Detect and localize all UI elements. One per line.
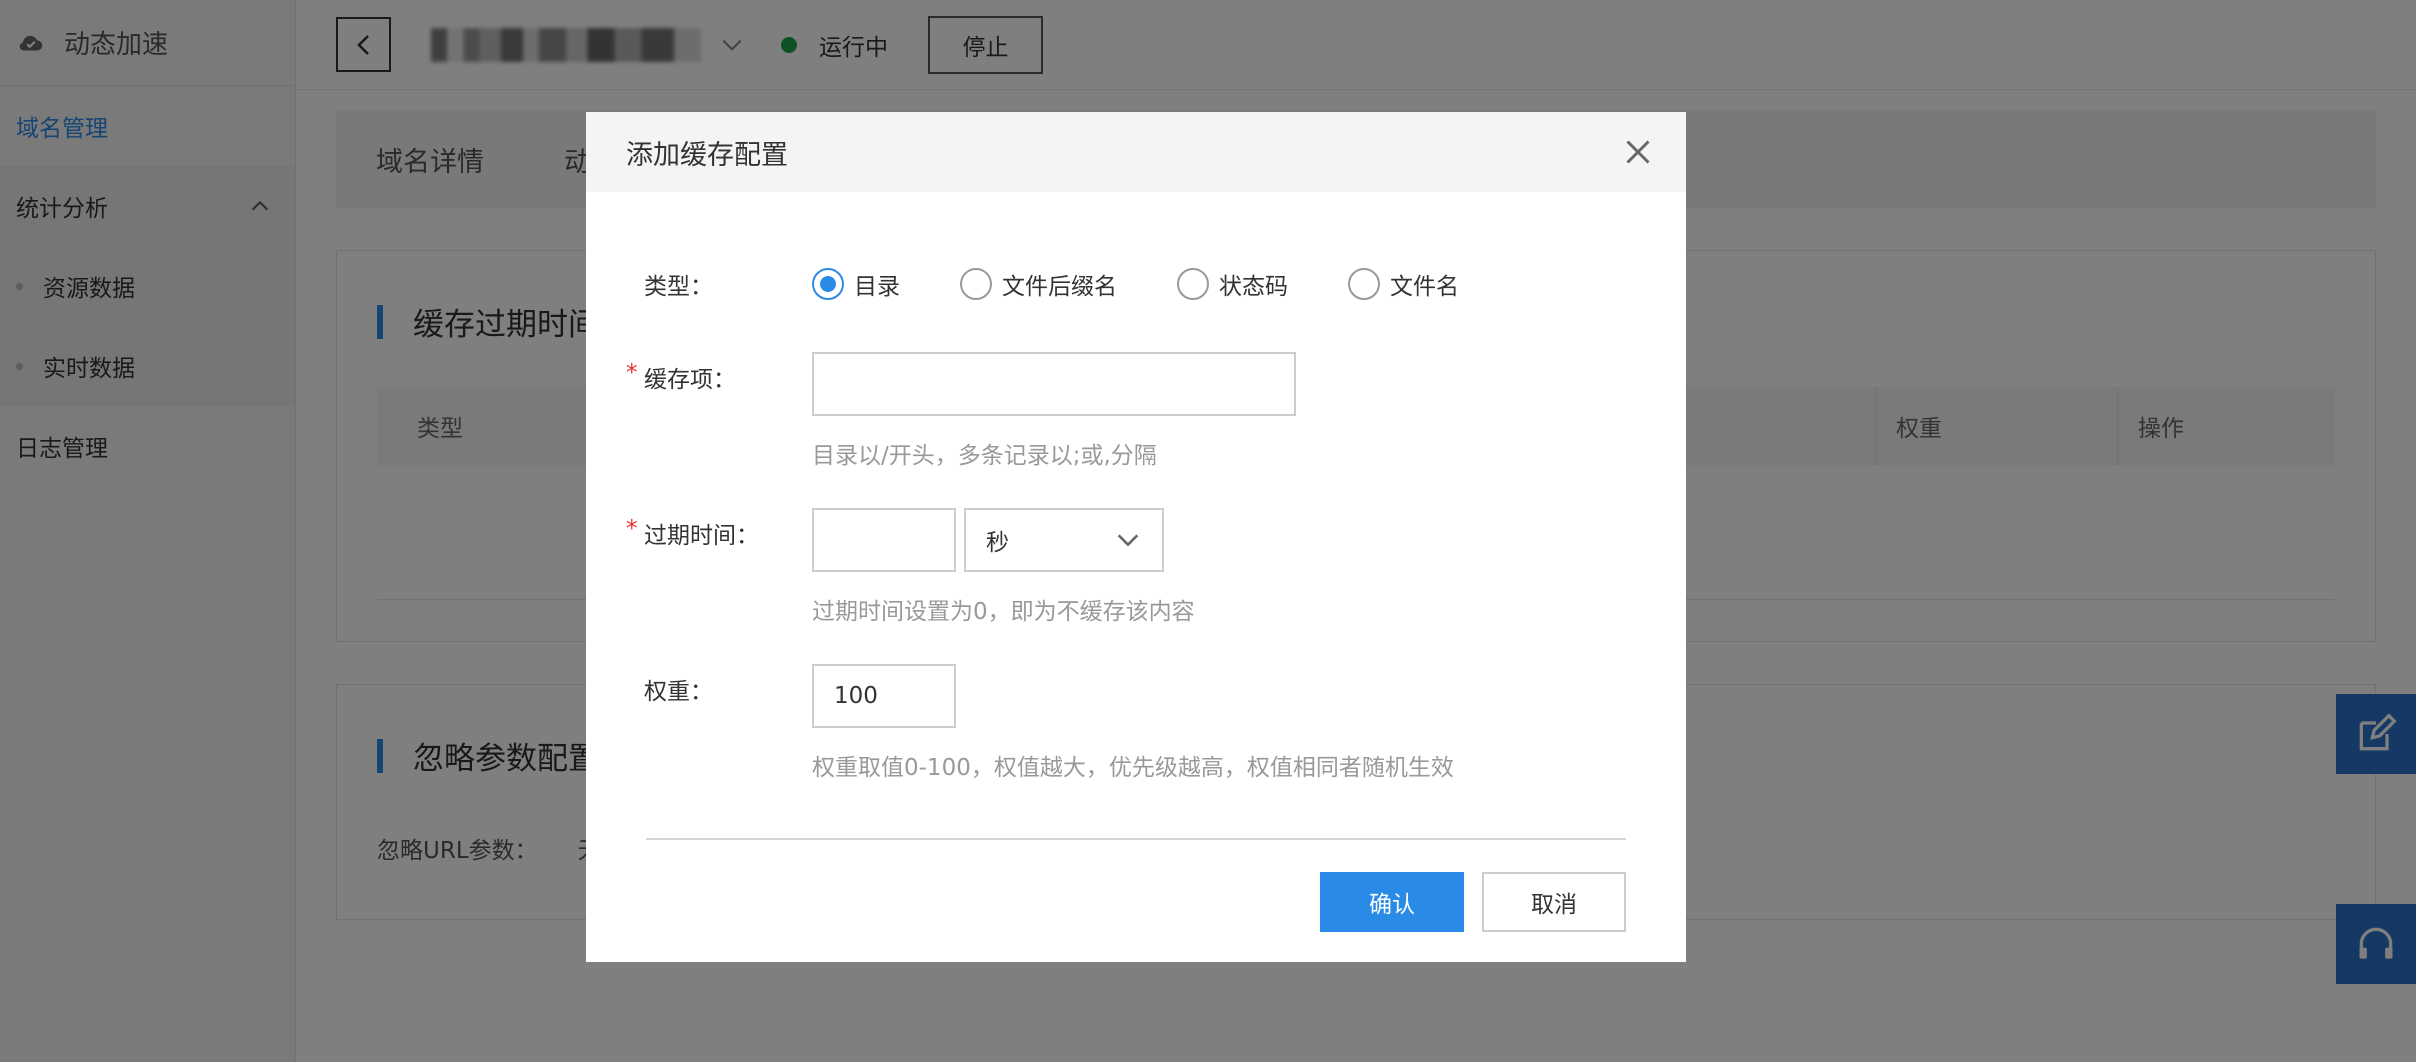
dialog-title: 添加缓存配置 bbox=[626, 139, 788, 171]
radio-checked-icon bbox=[812, 268, 844, 300]
dialog-divider bbox=[646, 838, 1626, 840]
required-mark: * bbox=[626, 516, 638, 542]
weight-row: 权重： bbox=[626, 664, 956, 728]
cache-item-input[interactable] bbox=[812, 352, 1296, 416]
confirm-button[interactable]: 确认 bbox=[1320, 872, 1464, 932]
radio-unchecked-icon bbox=[1348, 268, 1380, 300]
radio-unchecked-icon bbox=[1177, 268, 1209, 300]
cache-item-hint: 目录以/开头，多条记录以;或,分隔 bbox=[812, 443, 1157, 469]
weight-input[interactable] bbox=[812, 664, 956, 728]
expire-label-text: 过期时间： bbox=[644, 523, 759, 549]
radio-label: 状态码 bbox=[1219, 274, 1288, 300]
radio-file-name[interactable]: 文件名 bbox=[1348, 267, 1459, 301]
dialog-header: 添加缓存配置 bbox=[586, 112, 1686, 192]
required-mark: * bbox=[626, 360, 638, 386]
radio-file-extension[interactable]: 文件后缀名 bbox=[960, 267, 1117, 301]
radio-label: 文件后缀名 bbox=[1002, 274, 1117, 300]
weight-hint: 权重取值0-100，权值越大，优先级越高，权值相同者随机生效 bbox=[812, 755, 1454, 781]
radio-status-code[interactable]: 状态码 bbox=[1177, 267, 1288, 301]
expire-time-input[interactable] bbox=[812, 508, 956, 572]
chevron-down-icon bbox=[1117, 534, 1139, 547]
expire-label: * 过期时间： bbox=[626, 508, 812, 572]
close-icon[interactable] bbox=[1620, 134, 1656, 170]
cancel-button[interactable]: 取消 bbox=[1482, 872, 1626, 932]
expire-hint: 过期时间设置为0，即为不缓存该内容 bbox=[812, 599, 1195, 625]
radio-directory[interactable]: 目录 bbox=[812, 267, 900, 301]
expire-unit-select[interactable]: 秒 bbox=[964, 508, 1164, 572]
cache-item-row: * 缓存项： bbox=[626, 352, 1296, 416]
radio-unchecked-icon bbox=[960, 268, 992, 300]
expire-row: * 过期时间： 秒 bbox=[626, 508, 1164, 572]
add-cache-config-dialog: 添加缓存配置 类型： 目录 文件后缀名 状态码 文件名 * 缓存项： 目录以/开头… bbox=[586, 112, 1686, 962]
weight-label: 权重： bbox=[644, 679, 713, 705]
expire-unit-value: 秒 bbox=[986, 530, 1009, 556]
radio-label: 文件名 bbox=[1390, 274, 1459, 300]
radio-label: 目录 bbox=[854, 274, 900, 300]
type-label: 类型： bbox=[644, 274, 713, 300]
type-row: 类型： 目录 文件后缀名 状态码 文件名 bbox=[626, 264, 1519, 304]
cache-item-label-text: 缓存项： bbox=[644, 367, 736, 393]
cache-item-label: * 缓存项： bbox=[626, 352, 812, 416]
